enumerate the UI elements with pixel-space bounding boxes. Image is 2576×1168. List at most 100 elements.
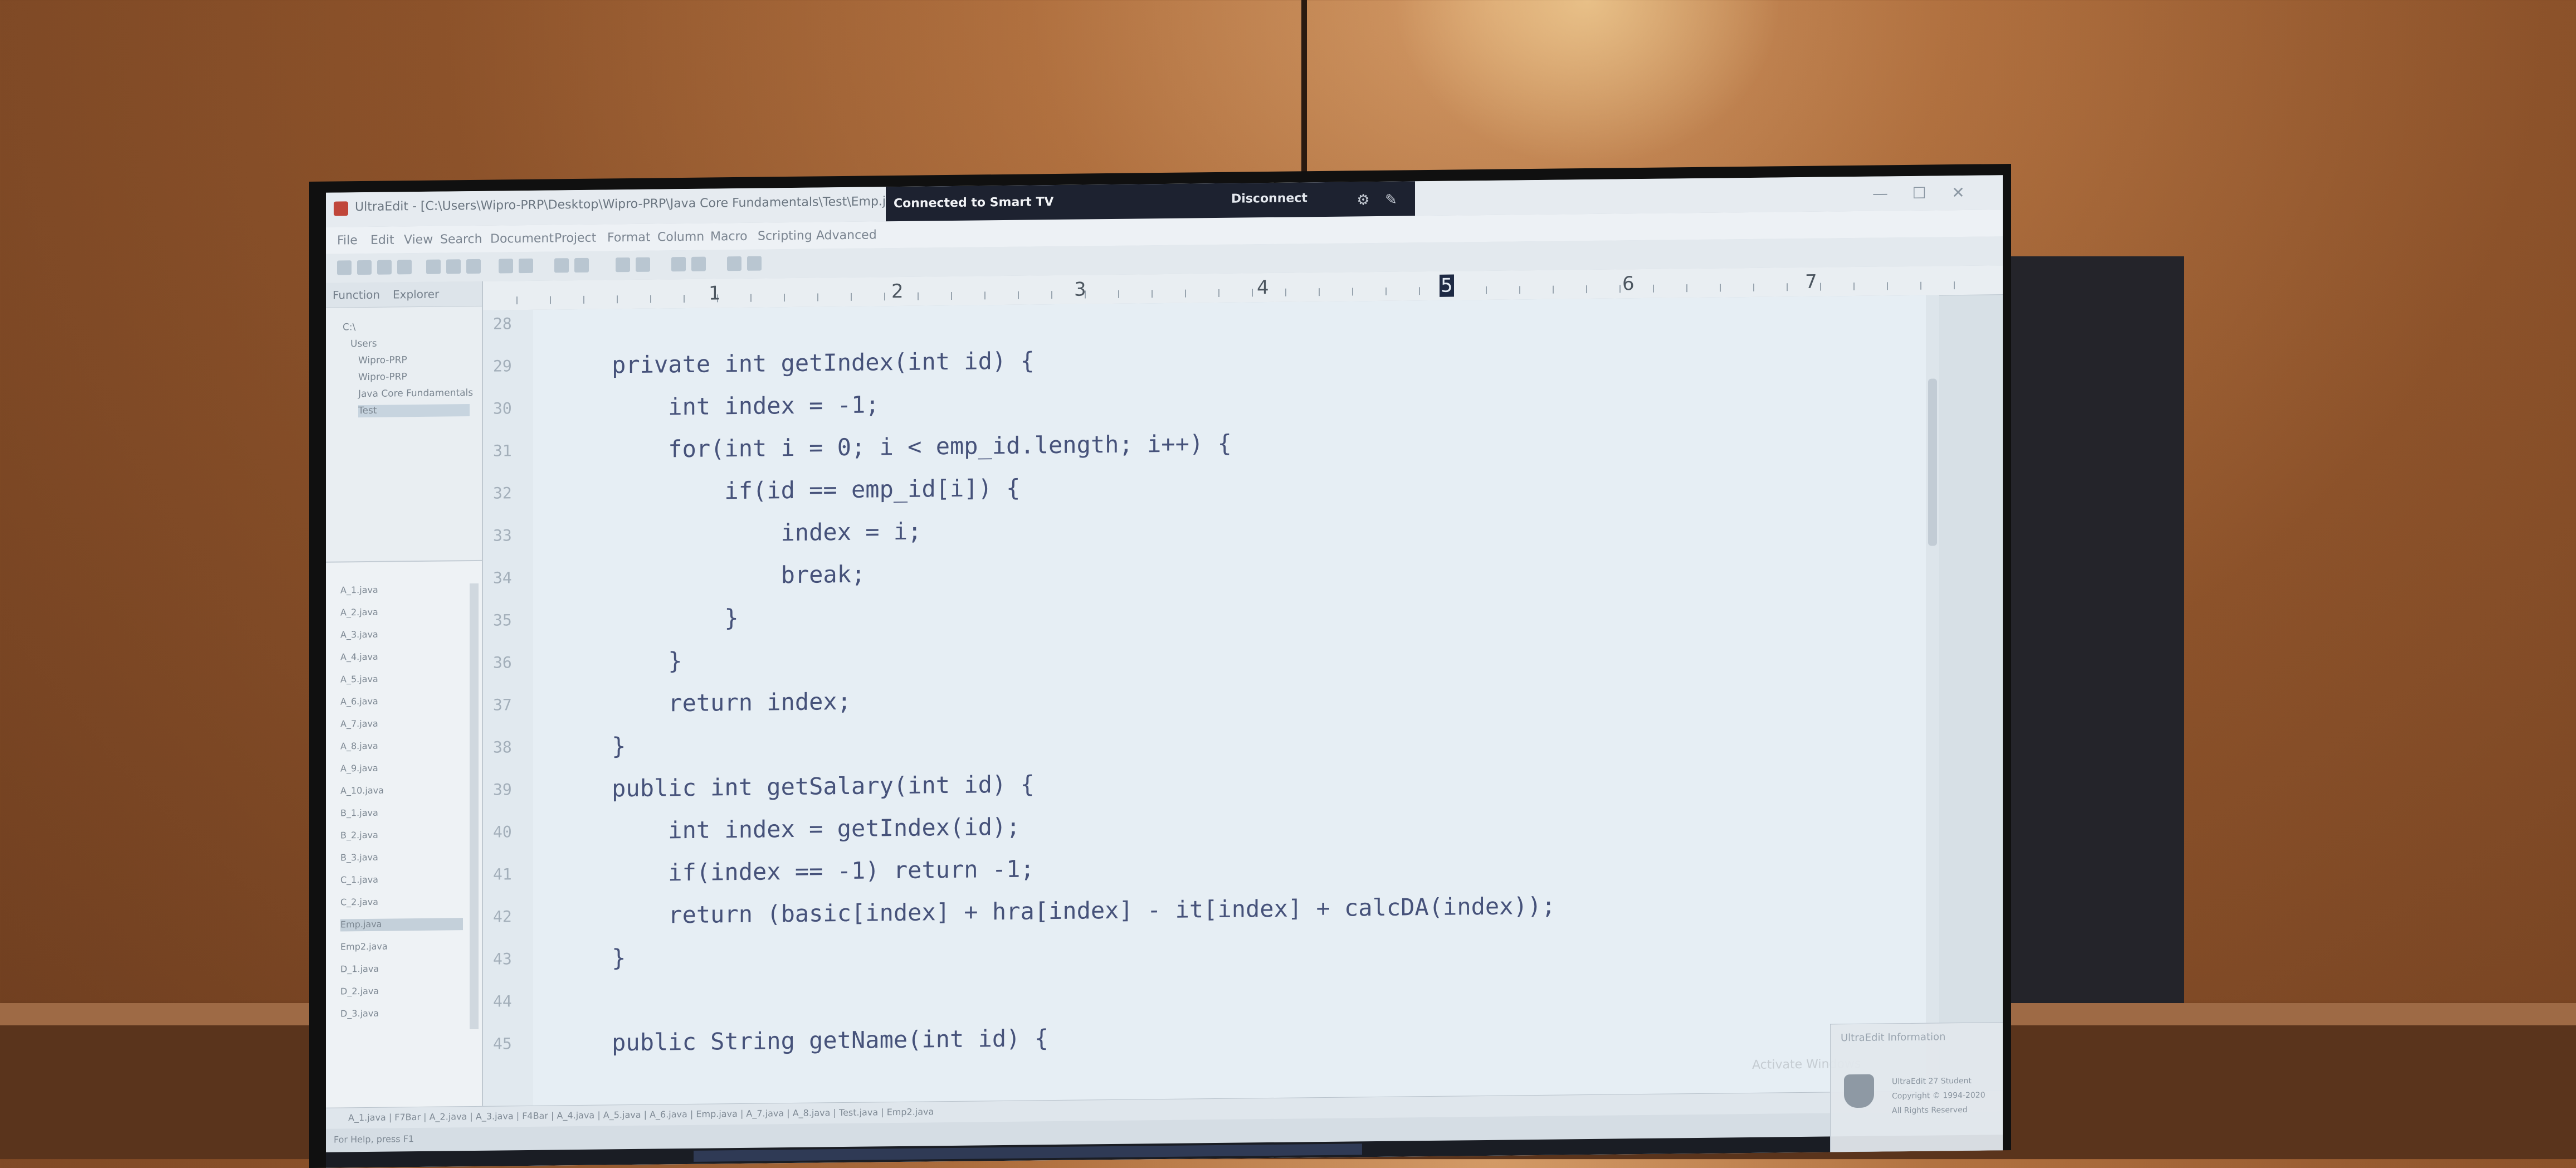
file-list-item[interactable]: D_1.java (340, 962, 463, 976)
file-list-item[interactable]: A_3.java (340, 628, 463, 641)
file-list-item[interactable]: C_2.java (340, 896, 463, 909)
paste-icon[interactable] (466, 259, 481, 274)
indent-icon[interactable] (616, 257, 630, 272)
file-list-item[interactable]: A_10.java (340, 784, 463, 797)
menu-advanced[interactable]: Advanced (816, 228, 877, 242)
code-line[interactable]: return index; (555, 688, 851, 718)
line-number: 43 (493, 950, 512, 969)
app-icon (334, 201, 348, 216)
settings-icon[interactable]: ⚙ (1354, 191, 1373, 210)
line-number: 40 (493, 823, 512, 841)
code-line[interactable]: for(int i = 0; i < emp_id.length; i++) { (555, 430, 1231, 464)
code-line[interactable]: int index = getIndex(id); (555, 813, 1020, 845)
undo-icon[interactable] (499, 259, 513, 274)
bookmark-icon[interactable] (691, 256, 706, 271)
comment-icon[interactable] (671, 256, 686, 272)
code-line[interactable]: index = i; (555, 518, 922, 549)
file-list-item[interactable]: B_2.java (340, 829, 463, 842)
folder-tree-item[interactable]: Users (350, 338, 377, 351)
file-list-item[interactable]: A_6.java (340, 695, 463, 708)
menu-format[interactable]: Format (607, 231, 651, 245)
cut-icon[interactable] (426, 259, 441, 274)
disconnect-button[interactable]: Disconnect (1231, 191, 1307, 206)
open-file-icon[interactable] (357, 260, 372, 275)
code-line[interactable]: break; (555, 561, 866, 591)
replace-icon[interactable] (574, 257, 589, 273)
menu-view[interactable]: View (404, 233, 433, 247)
notification-line: All Rights Reserved (1892, 1105, 1968, 1116)
code-line[interactable]: } (555, 604, 738, 633)
code-line[interactable]: if(id == emp_id[i]) { (555, 474, 1020, 507)
maximize-button[interactable]: ☐ (1902, 180, 1936, 206)
folder-tree-item[interactable]: Java Core Fundamentals (358, 387, 473, 401)
menu-scripting[interactable]: Scripting (758, 229, 812, 244)
file-list-item[interactable]: D_3.java (340, 1007, 463, 1020)
line-number: 34 (493, 568, 512, 587)
file-list-item[interactable]: B_1.java (340, 806, 463, 820)
scroll-thumb[interactable] (1928, 378, 1937, 546)
code-line[interactable]: int index = -1; (555, 391, 879, 421)
file-list-item[interactable]: A_9.java (340, 762, 463, 775)
folder-tree-item[interactable]: Wipro-PRP (358, 371, 407, 384)
minimize-button[interactable]: — (1863, 181, 1897, 207)
file-list-item[interactable]: A_2.java (340, 606, 463, 619)
code-line[interactable]: } (555, 647, 682, 675)
pin-icon[interactable]: ✎ (1382, 191, 1401, 210)
file-list-item[interactable]: C_1.java (340, 873, 463, 887)
menu-macro[interactable]: Macro (710, 230, 748, 244)
menu-file[interactable]: File (337, 233, 358, 247)
open-file-tabs[interactable]: A_1.java | F7Bar | A_2.java | A_3.java |… (348, 1106, 934, 1123)
outdent-icon[interactable] (636, 257, 650, 272)
code-line[interactable]: private int getIndex(int id) { (555, 347, 1035, 379)
file-list-scrollbar[interactable] (470, 583, 479, 1030)
file-list-item[interactable]: A_8.java (340, 739, 463, 753)
tab-function[interactable]: Function (333, 288, 380, 302)
ruler-tick (684, 295, 685, 303)
ruler-number: 3 (1074, 278, 1086, 301)
notification-line: UltraEdit 27 Student (1892, 1076, 1972, 1087)
ruler-tick (1920, 281, 1921, 290)
code-line[interactable]: } (555, 732, 626, 760)
file-list-item[interactable]: A_5.java (340, 673, 463, 686)
close-button[interactable]: ✕ (1941, 180, 1975, 206)
copy-icon[interactable] (446, 259, 461, 274)
menu-document[interactable]: Document (490, 231, 554, 246)
file-list-item[interactable]: A_1.java (340, 583, 463, 597)
ruler-tick (650, 295, 651, 303)
file-list-item[interactable]: B_3.java (340, 851, 463, 864)
file-list-item[interactable]: Emp2.java (340, 940, 463, 953)
redo-icon[interactable] (519, 258, 533, 274)
folder-tree-item[interactable]: C:\ (343, 322, 355, 334)
line-number: 41 (493, 865, 512, 884)
menu-search[interactable]: Search (440, 232, 482, 247)
new-file-icon[interactable] (337, 260, 352, 275)
file-list-item[interactable]: D_2.java (340, 985, 463, 998)
notification-popup[interactable]: UltraEdit Information UltraEdit 27 Stude… (1830, 1022, 2003, 1154)
print-icon[interactable] (397, 260, 412, 275)
code-line[interactable]: public String getName(int id) { (555, 1024, 1048, 1057)
menu-project[interactable]: Project (554, 231, 596, 246)
ruler-tick (1419, 287, 1420, 295)
file-list-item[interactable]: A_4.java (340, 650, 463, 664)
folder-tree-item[interactable]: Wipro-PRP (358, 354, 407, 367)
compile-icon[interactable] (727, 256, 741, 271)
code-line[interactable]: return (basic[index] + hra[index] - it[i… (555, 892, 1555, 930)
find-icon[interactable] (554, 258, 569, 273)
folder-tree-item[interactable]: Test (358, 404, 470, 418)
save-icon[interactable] (377, 260, 392, 275)
code-editor[interactable]: 28 29 private int getIndex(int id) {30 in… (483, 295, 1926, 1113)
file-list-item[interactable]: Emp.java (340, 918, 463, 932)
menu-column[interactable]: Column (657, 230, 704, 245)
code-line[interactable]: if(index == -1) return -1; (555, 855, 1034, 887)
code-line[interactable]: public int getSalary(int id) { (555, 770, 1035, 802)
tab-explorer[interactable]: Explorer (393, 288, 439, 301)
run-icon[interactable] (747, 256, 762, 271)
ruler-tick (550, 296, 551, 304)
menu-edit[interactable]: Edit (370, 233, 394, 247)
ruler-number: 5 (1440, 274, 1454, 297)
ruler-tick (884, 293, 885, 301)
editor-scrollbar[interactable] (1926, 295, 1939, 1098)
file-list-item[interactable]: A_7.java (340, 717, 463, 731)
line-number: 35 (493, 611, 512, 630)
code-line[interactable]: } (555, 944, 626, 972)
